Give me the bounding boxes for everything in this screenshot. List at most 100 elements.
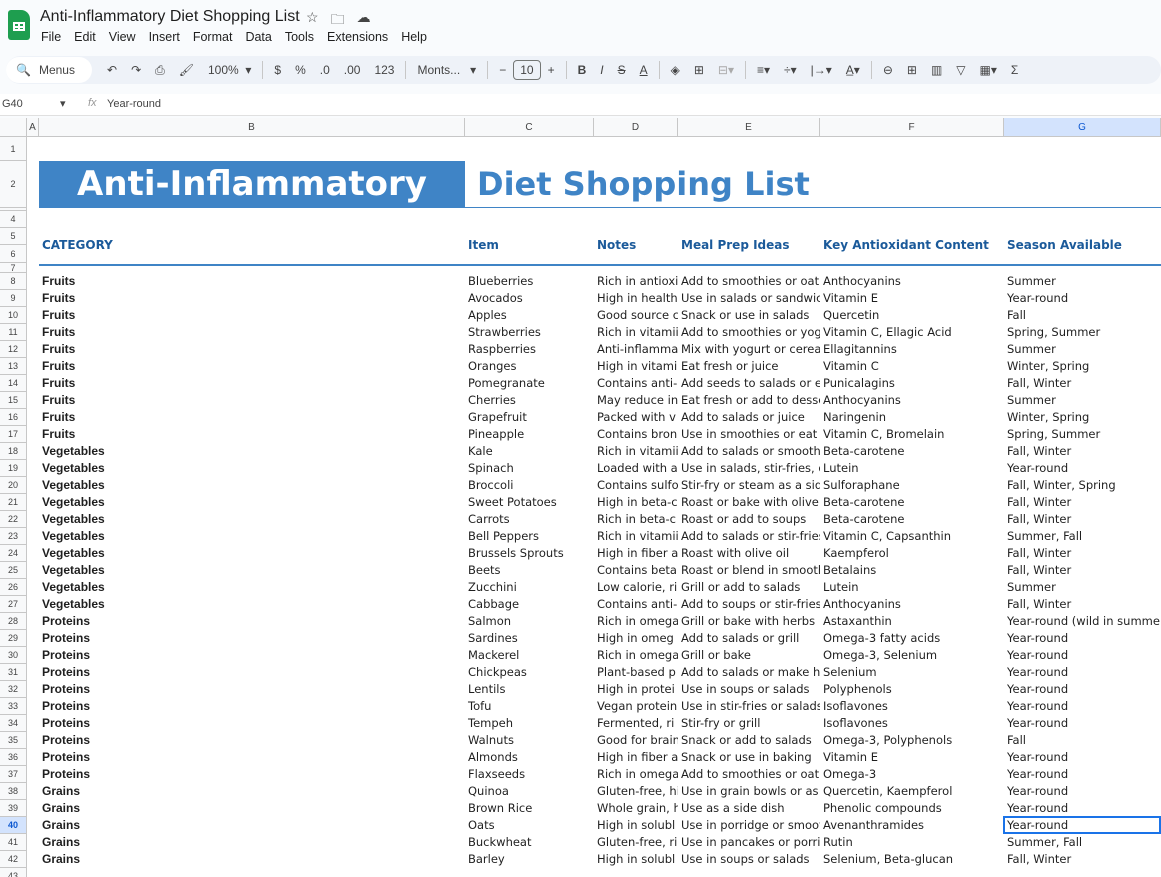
cell[interactable]: Tempeh <box>465 715 594 732</box>
row-header-24[interactable]: 24 <box>0 545 27 562</box>
chevron-down-icon[interactable]: ▾ <box>60 97 66 110</box>
cell[interactable]: Barley <box>465 851 594 868</box>
cell[interactable]: Snack or add to salads <box>678 732 820 749</box>
cell[interactable]: Anthocyanins <box>820 596 1004 613</box>
bold-icon[interactable]: B <box>571 56 594 84</box>
cell[interactable]: Lutein <box>820 579 1004 596</box>
cell[interactable]: Flaxseeds <box>465 766 594 783</box>
row-header-30[interactable]: 30 <box>0 647 27 664</box>
cell[interactable]: Add to salads or stir-fries <box>678 528 820 545</box>
increase-font-size-icon[interactable]: + <box>541 56 562 84</box>
cell[interactable]: Omega-3, Selenium <box>820 647 1004 664</box>
row-header-2[interactable]: 2 <box>0 161 27 208</box>
cell[interactable]: Proteins <box>39 681 465 698</box>
print-icon[interactable]: ⎙ <box>148 56 172 84</box>
cell[interactable]: Vegetables <box>39 460 465 477</box>
row-header-33[interactable]: 33 <box>0 698 27 715</box>
cell[interactable]: Proteins <box>39 732 465 749</box>
column-header-f[interactable]: F <box>820 118 1004 137</box>
row-header-37[interactable]: 37 <box>0 766 27 783</box>
cell[interactable]: Avocados <box>465 290 594 307</box>
row-header-35[interactable]: 35 <box>0 732 27 749</box>
strikethrough-icon[interactable]: S <box>611 56 633 84</box>
cell[interactable]: Year-round <box>1004 715 1161 732</box>
cell[interactable]: Buckwheat <box>465 834 594 851</box>
cell[interactable]: Raspberries <box>465 341 594 358</box>
cell[interactable]: Proteins <box>39 613 465 630</box>
cell[interactable]: Good for brain <box>594 732 678 749</box>
cell[interactable]: Omega-3 <box>820 766 1004 783</box>
cell[interactable]: Beets <box>465 562 594 579</box>
cell[interactable]: Fall, Winter <box>1004 443 1161 460</box>
cell[interactable]: Gluten-free, ri <box>594 834 678 851</box>
cell[interactable]: Summer <box>1004 579 1161 596</box>
italic-icon[interactable]: I <box>593 56 610 84</box>
cell[interactable]: Vitamin C, Bromelain <box>820 426 1004 443</box>
cell[interactable]: Roast or blend in smooth <box>678 562 820 579</box>
font-size-input[interactable]: 10 <box>513 60 541 80</box>
column-header-d[interactable]: D <box>594 118 678 137</box>
cell[interactable]: High in vitami <box>594 358 678 375</box>
cell[interactable]: Fruits <box>39 409 465 426</box>
cell[interactable]: Year-round <box>1004 783 1161 800</box>
cell[interactable]: Summer, Fall <box>1004 528 1161 545</box>
cell[interactable]: Grapefruit <box>465 409 594 426</box>
cell[interactable]: Omega-3, Polyphenols <box>820 732 1004 749</box>
cell[interactable]: Add to salads or smoothi <box>678 443 820 460</box>
row-header-13[interactable]: 13 <box>0 358 27 375</box>
cell[interactable]: Contains anti- <box>594 596 678 613</box>
cell[interactable]: Rich in beta-c <box>594 511 678 528</box>
cell[interactable]: Fall, Winter <box>1004 851 1161 868</box>
cell[interactable]: Roast or bake with olive c <box>678 494 820 511</box>
cell[interactable]: Phenolic compounds <box>820 800 1004 817</box>
cell[interactable]: Roast with olive oil <box>678 545 820 562</box>
cell[interactable]: Walnuts <box>465 732 594 749</box>
cell[interactable]: Fermented, ri <box>594 715 678 732</box>
row-header-34[interactable]: 34 <box>0 715 27 732</box>
row-header-36[interactable]: 36 <box>0 749 27 766</box>
cell[interactable]: Add to salads or juice <box>678 409 820 426</box>
cell[interactable]: Vegetables <box>39 528 465 545</box>
cell[interactable]: Summer <box>1004 273 1161 290</box>
cell[interactable]: High in health <box>594 290 678 307</box>
menu-insert[interactable]: Insert <box>149 30 180 44</box>
decrease-decimal-button[interactable]: .0 <box>313 56 337 84</box>
cell[interactable]: Kale <box>465 443 594 460</box>
cell[interactable]: Anti-inflamma <box>594 341 678 358</box>
sheets-logo-icon[interactable] <box>8 10 30 40</box>
cell[interactable]: Use as a side dish <box>678 800 820 817</box>
cell[interactable]: Use in grain bowls or as a <box>678 783 820 800</box>
cell[interactable]: High in protei <box>594 681 678 698</box>
cell[interactable]: Eat fresh or juice <box>678 358 820 375</box>
cell[interactable]: Add to salads or grill <box>678 630 820 647</box>
row-header-5[interactable]: 5 <box>0 228 27 245</box>
cell[interactable]: Lentils <box>465 681 594 698</box>
cell[interactable]: Tofu <box>465 698 594 715</box>
cell[interactable]: Proteins <box>39 749 465 766</box>
cell[interactable]: Vegetables <box>39 477 465 494</box>
row-header-6[interactable]: 6 <box>0 245 27 263</box>
cell[interactable]: Use in soups or salads <box>678 681 820 698</box>
menus-search[interactable]: 🔍 Menus <box>6 57 92 83</box>
row-header-19[interactable]: 19 <box>0 460 27 477</box>
cell[interactable]: Rich in vitamii <box>594 443 678 460</box>
cell[interactable]: Year-round <box>1004 664 1161 681</box>
cell[interactable]: Snack or use in baking <box>678 749 820 766</box>
cell[interactable]: Fruits <box>39 273 465 290</box>
merge-cells-icon[interactable]: ⊟▾ <box>711 56 741 84</box>
cell[interactable]: Fall <box>1004 307 1161 324</box>
cell[interactable]: Broccoli <box>465 477 594 494</box>
cell[interactable]: Fruits <box>39 426 465 443</box>
cell[interactable]: Snack or use in salads <box>678 307 820 324</box>
menu-file[interactable]: File <box>41 30 61 44</box>
row-header-38[interactable]: 38 <box>0 783 27 800</box>
cell[interactable]: Summer <box>1004 392 1161 409</box>
cell[interactable]: Eat fresh or add to desse <box>678 392 820 409</box>
row-header-8[interactable]: 8 <box>0 273 27 290</box>
row-header-25[interactable]: 25 <box>0 562 27 579</box>
row-header-31[interactable]: 31 <box>0 664 27 681</box>
cell[interactable]: Fruits <box>39 307 465 324</box>
cell[interactable]: Vegetables <box>39 494 465 511</box>
cell[interactable]: Use in porridge or smoot <box>678 817 820 834</box>
cell[interactable]: Add to salads or make hu <box>678 664 820 681</box>
